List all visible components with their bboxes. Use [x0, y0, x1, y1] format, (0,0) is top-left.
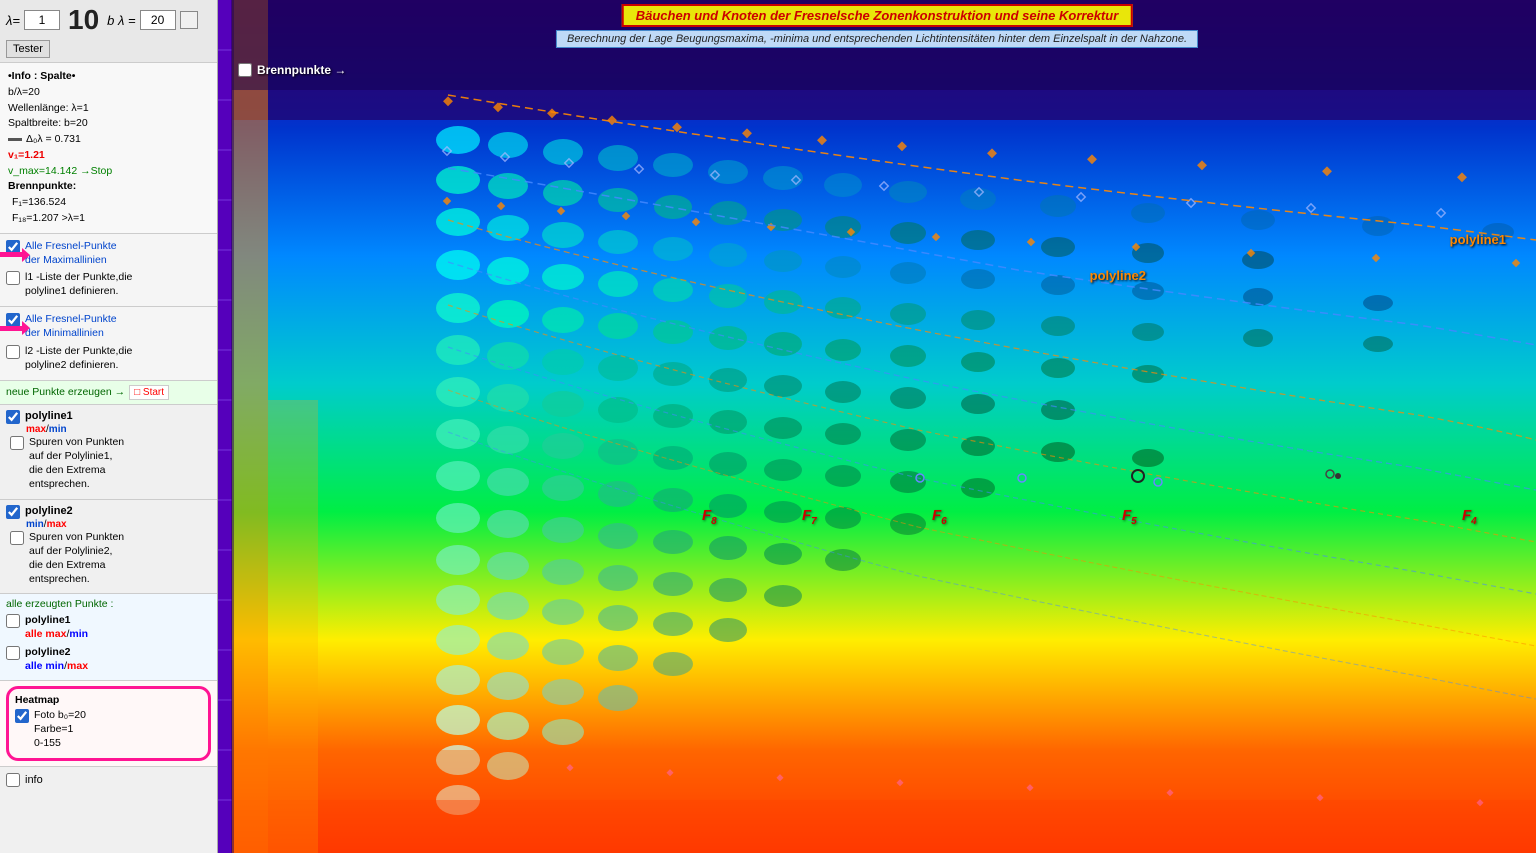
subtitle-text: Berechnung der Lage Beugungsmaxima, -min…	[567, 33, 1187, 45]
visualization-area: Bäuchen und Knoten der Fresnelsche Zonen…	[218, 0, 1536, 853]
brennpunkte-checkbox-area: Brennpunkte →	[238, 62, 346, 77]
vmax-line: v_max=14.142 →Stop	[8, 164, 209, 180]
f1-val: F₁=136.524	[12, 195, 209, 211]
big-number: 10	[68, 4, 99, 36]
f7-label: F7	[802, 507, 817, 527]
alle-poly1-row: polyline1 alle max/min	[6, 613, 211, 641]
arrow-maxima	[0, 248, 30, 262]
alle-poly2-label: polyline2 alle min/max	[25, 645, 88, 673]
alle-poly1-checkbox[interactable]	[6, 614, 20, 628]
neue-punkte-section: neue Punkte erzeugen → □ Start	[0, 381, 217, 405]
spuren1-label: Spuren von Punkten auf der Polylinie1, d…	[29, 435, 124, 492]
arrow-minima	[0, 321, 30, 335]
fresnel-minima-label: Alle Fresnel-Punkte der Minimallinien	[25, 312, 117, 340]
alle-section: alle erzeugten Punkte : polyline1 alle m…	[0, 594, 217, 681]
brennpunkte-viz-label: Brennpunkte →	[257, 63, 346, 77]
l2-row: l2 -Liste der Punkte,die polyline2 defin…	[6, 344, 211, 372]
top-controls: λ= 10 b λ = Tester	[0, 0, 217, 63]
l1-label: l1 -Liste der Punkte,die polyline1 defin…	[25, 270, 132, 298]
spuren2-label: Spuren von Punkten auf der Polylinie2, d…	[29, 530, 124, 587]
b-lambda-eq: b/λ=20	[8, 85, 209, 101]
arrow-body-minima	[0, 326, 22, 331]
wellenlaenge: Wellenlänge: λ=1	[8, 101, 209, 117]
title-bar: Bäuchen und Knoten der Fresnelsche Zonen…	[622, 4, 1133, 27]
spuren1-row: Spuren von Punkten auf der Polylinie1, d…	[10, 435, 211, 492]
info-section: •Info : Spalte• b/λ=20 Wellenlänge: λ=1 …	[0, 63, 217, 234]
info-checkbox[interactable]	[6, 773, 20, 787]
spuren1-checkbox[interactable]	[10, 436, 24, 450]
f4-label: F4	[1462, 507, 1477, 527]
lambda-label: λ=	[6, 13, 20, 28]
polyline2-minmax: min/max	[26, 519, 211, 530]
spuren2-row: Spuren von Punkten auf der Polylinie2, d…	[10, 530, 211, 587]
f5-label: F5	[1122, 507, 1137, 527]
delta-val: Δ₀λ = 0.731	[26, 132, 81, 148]
v1-val: v₁=1.21	[8, 149, 45, 161]
polyline1-checkbox[interactable]	[6, 410, 20, 424]
heatmap-label: Foto b₀=20 Farbe=1 0-155	[34, 708, 86, 751]
info-label: info	[25, 774, 43, 786]
minima-section: Alle Fresnel-Punkte der Minimallinien l2…	[0, 307, 217, 381]
arrow-head-maxima	[22, 248, 30, 262]
polyline2-section: polyline2 min/max Spuren von Punkten auf…	[0, 500, 217, 595]
heatmap-outer-section: Heatmap Foto b₀=20 Farbe=1 0-155	[0, 681, 217, 768]
heatmap-circle: Heatmap Foto b₀=20 Farbe=1 0-155	[6, 686, 211, 762]
arrow-body-maxima	[0, 252, 22, 257]
lambda-input[interactable]	[24, 10, 60, 30]
fresnel-minima-section: Alle Fresnel-Punkte der Minimallinien l2…	[0, 307, 217, 381]
polyline1-title: polyline1	[25, 410, 73, 422]
delta-line: Δ₀λ = 0.731	[8, 132, 209, 148]
polyline2-spuren: Spuren von Punkten auf der Polylinie2, d…	[10, 530, 211, 587]
l2-checkbox[interactable]	[6, 345, 20, 359]
polyline2-header: polyline2	[6, 504, 211, 519]
neue-punkte-label: neue Punkte erzeugen →	[6, 386, 125, 398]
f6-label: F6	[932, 507, 947, 527]
polyline2-checkbox[interactable]	[6, 505, 20, 519]
polyline1-section: polyline1 max/min Spuren von Punkten auf…	[0, 405, 217, 500]
polyline1-spuren: Spuren von Punkten auf der Polylinie1, d…	[10, 435, 211, 492]
heatmap-row: Foto b₀=20 Farbe=1 0-155	[15, 708, 202, 751]
fresnel-maxima-label: Alle Fresnel-Punkte der Maximallinien	[25, 239, 117, 267]
spaltbreite: Spaltbreite: b=20	[8, 116, 209, 132]
heatmap-title: Heatmap	[15, 694, 202, 706]
b-lambda-input[interactable]	[140, 10, 176, 30]
polyline1-maxmin: max/min	[26, 424, 211, 435]
alle-poly2-row: polyline2 alle min/max	[6, 645, 211, 673]
tester-button[interactable]: Tester	[6, 40, 50, 58]
info-bottom-section: info	[0, 767, 217, 792]
viz-polyline1-label: polyline1	[1450, 232, 1506, 247]
heatmap-checkbox[interactable]	[15, 709, 29, 723]
polyline2-title: polyline2	[25, 505, 73, 517]
spuren2-checkbox[interactable]	[10, 531, 24, 545]
delta-rect	[8, 138, 22, 141]
b-lambda-label: b λ =	[107, 13, 135, 28]
polyline1-header: polyline1	[6, 409, 211, 424]
viz-polyline2-label: polyline2	[1090, 268, 1146, 283]
subtitle-bar: Berechnung der Lage Beugungsmaxima, -min…	[556, 30, 1198, 48]
alle-title: alle erzeugten Punkte :	[6, 598, 211, 610]
sidebar: λ= 10 b λ = Tester •Info : Spalte• b/λ=2…	[0, 0, 218, 853]
l1-checkbox[interactable]	[6, 271, 20, 285]
info-title-text: •Info : Spalte•	[8, 69, 75, 85]
brennpunkte-title: Brennpunkte:	[8, 179, 209, 195]
l2-label: l2 -Liste der Punkte,die polyline2 defin…	[25, 344, 132, 372]
title-text: Bäuchen und Knoten der Fresnelsche Zonen…	[636, 8, 1119, 23]
alle-poly2-checkbox[interactable]	[6, 646, 20, 660]
start-button[interactable]: □ Start	[129, 385, 169, 400]
color-box[interactable]	[180, 11, 198, 29]
arrow-head-minima	[22, 321, 30, 335]
l1-row: l1 -Liste der Punkte,die polyline1 defin…	[6, 270, 211, 298]
maxima-section: Alle Fresnel-Punkte der Maximallinien l1…	[0, 234, 217, 308]
fresnel-maxima-section: Alle Fresnel-Punkte der Maximallinien l1…	[0, 234, 217, 308]
alle-poly1-label: polyline1 alle max/min	[25, 613, 88, 641]
fresnel-maxima-row: Alle Fresnel-Punkte der Maximallinien	[6, 239, 211, 267]
f18-val: F₁₈=1.207 >λ=1	[12, 211, 209, 227]
f8-label: F8	[702, 507, 717, 527]
fresnel-minima-row: Alle Fresnel-Punkte der Minimallinien	[6, 312, 211, 340]
brennpunkte-viz-checkbox[interactable]	[238, 63, 252, 77]
heatmap-svg	[218, 0, 1536, 853]
